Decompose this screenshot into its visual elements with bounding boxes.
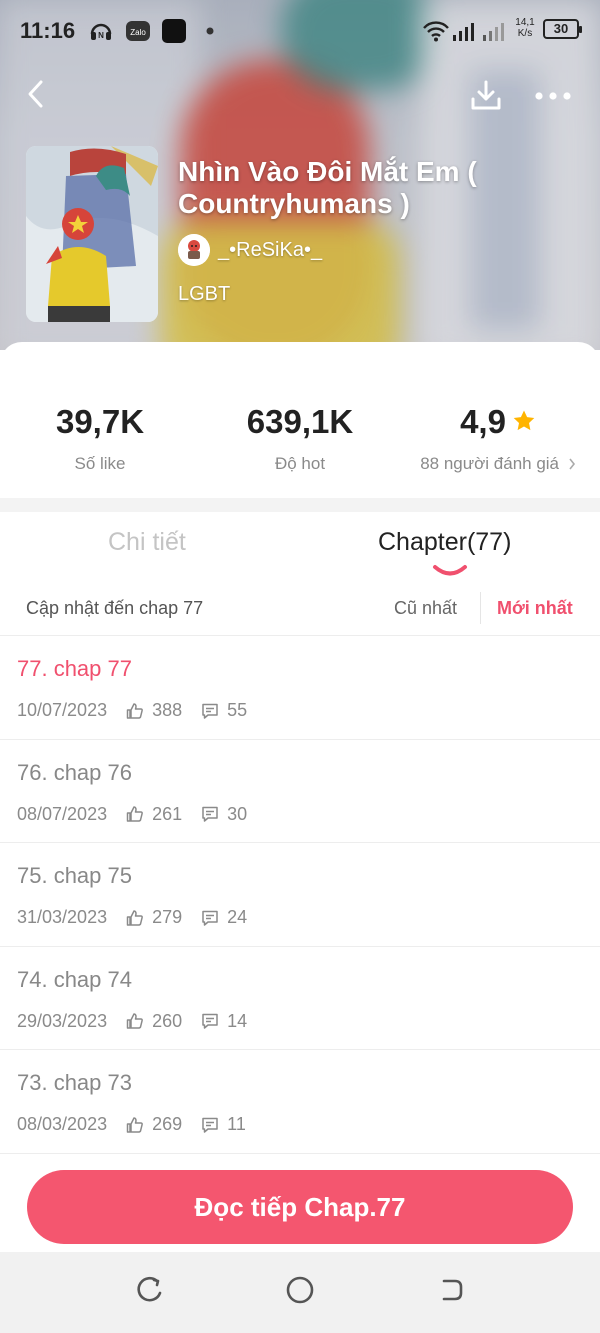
chapter-likes: 388: [152, 700, 183, 720]
status-bar: 11:16 N Zalo 14,1 K/s 30: [0, 0, 600, 60]
chapter-title: 73. chap 73: [17, 1070, 132, 1095]
sort-oldest-button[interactable]: Cũ nhất: [394, 598, 457, 619]
like-icon: [125, 1011, 145, 1031]
chapter-date: 10/07/2023: [17, 700, 108, 720]
system-nav-bar: [0, 1252, 600, 1333]
wifi-icon: [422, 19, 450, 43]
chapter-date: 31/03/2023: [17, 907, 108, 927]
rating-value: 4,9: [460, 403, 506, 440]
like-icon: [125, 701, 145, 721]
sort-divider: [480, 592, 481, 624]
chapter-comments: 11: [227, 1114, 246, 1134]
chapter-row[interactable]: 77. chap 77 10/07/2023 388 55: [0, 636, 600, 740]
stat-hot: 639,1K Độ hot: [200, 400, 400, 474]
back-icon: [435, 1275, 465, 1310]
like-icon: [125, 1115, 145, 1135]
star-icon: [512, 400, 536, 444]
like-icon: [125, 804, 145, 824]
battery-indicator: 30: [543, 19, 582, 39]
chapter-title: 77. chap 77: [17, 656, 132, 681]
section-divider: [0, 498, 600, 512]
hot-label: Độ hot: [274, 454, 326, 473]
continue-reading-button[interactable]: Đọc tiếp Chap.77: [27, 1170, 573, 1244]
chevron-right-icon: [568, 455, 576, 475]
rating-count-text: 88 người đánh giá: [420, 454, 560, 473]
comment-icon: [200, 804, 220, 824]
sort-bar: Cập nhật đến chap 77 Cũ nhất Mới nhất: [0, 582, 600, 636]
tab-bar: Chi tiết Chapter(77): [0, 512, 600, 582]
system-back-button[interactable]: [432, 1274, 468, 1310]
story-title: Nhìn Vào Đôi Mắt Em ( Countryhumans ): [178, 156, 477, 219]
author-name: _•ReSiKa•_: [218, 238, 323, 261]
chapter-date: 08/07/2023: [17, 803, 108, 824]
story-detail-sheet: 39,7K Số like 639,1K Độ hot 4,9 88 người…: [0, 342, 600, 1252]
network-speed-unit: K/s: [517, 28, 533, 39]
likes-value: 39,7K: [55, 403, 145, 440]
chapter-likes: 260: [152, 1010, 183, 1031]
tab-detail[interactable]: Chi tiết: [108, 528, 186, 557]
chapter-likes: 261: [152, 803, 183, 824]
sort-newest-button[interactable]: Mới nhất: [497, 598, 573, 619]
story-hero: 11:16 N Zalo 14,1 K/s 30 Nhìn Vào Đôi Mắ…: [0, 0, 600, 350]
chapter-comments: 24: [227, 907, 248, 927]
dot-icon: [204, 19, 216, 43]
stat-likes: 39,7K Số like: [0, 400, 200, 474]
signal-icon: [452, 19, 478, 43]
app-icon: [161, 19, 187, 43]
comment-icon: [200, 701, 220, 721]
chapter-date: 29/03/2023: [17, 1010, 108, 1031]
rating-label: 88 người đánh giá: [398, 454, 598, 475]
author[interactable]: _•ReSiKa•_: [178, 234, 322, 266]
genre-tag[interactable]: LGBT: [178, 283, 230, 306]
chapter-title: 76. chap 76: [17, 759, 132, 785]
chapter-list: 77. chap 77 10/07/2023 388 55 76. chap 7…: [0, 636, 600, 1154]
chapter-row[interactable]: 74. chap 74 29/03/2023 260 14: [0, 947, 600, 1050]
chapter-row[interactable]: 76. chap 76 08/07/2023 261 30: [0, 740, 600, 843]
like-icon: [125, 908, 145, 928]
story-cover: [26, 146, 158, 322]
more-button[interactable]: [531, 76, 575, 120]
network-speed-value: 14,1: [515, 17, 535, 28]
svg-text:N: N: [98, 31, 104, 40]
network-speed: 14,1 K/s: [512, 17, 538, 39]
more-icon: [533, 89, 573, 107]
download-icon: [469, 79, 503, 118]
chapter-comments: 30: [227, 803, 248, 824]
comment-icon: [200, 1115, 220, 1135]
zalo-icon: Zalo: [125, 19, 151, 43]
chapter-title: 74. chap 74: [17, 966, 132, 992]
chapter-comments: 55: [227, 700, 248, 720]
home-button[interactable]: [282, 1274, 318, 1310]
chapter-row[interactable]: 75. chap 75 31/03/2023 279 24: [0, 843, 600, 947]
chapter-title: 75. chap 75: [17, 863, 132, 888]
recents-button[interactable]: [132, 1274, 168, 1310]
back-button[interactable]: [14, 74, 58, 118]
chevron-left-icon: [25, 79, 47, 114]
stats-row: 39,7K Số like 639,1K Độ hot 4,9 88 người…: [0, 342, 600, 498]
hot-value: 639,1K: [246, 403, 354, 440]
headset-icon: N: [88, 19, 114, 43]
chapter-likes: 279: [152, 907, 183, 927]
likes-label: Số like: [74, 454, 126, 473]
chapter-date: 08/03/2023: [17, 1114, 108, 1134]
tab-chapter[interactable]: Chapter(77): [378, 528, 511, 557]
update-status: Cập nhật đến chap 77: [26, 598, 204, 618]
recents-icon: [135, 1275, 165, 1310]
chapter-comments: 14: [227, 1010, 248, 1031]
download-button[interactable]: [464, 76, 508, 120]
tab-active-indicator: [432, 564, 468, 578]
stat-rating[interactable]: 4,9 88 người đánh giá: [398, 400, 598, 475]
avatar: [178, 234, 210, 266]
status-time: 11:16: [20, 18, 76, 43]
chapter-likes: 269: [152, 1114, 183, 1134]
signal-icon-2: [482, 19, 508, 43]
cta-bar: Đọc tiếp Chap.77: [0, 1160, 600, 1252]
comment-icon: [200, 908, 220, 928]
chapter-row[interactable]: 73. chap 73 08/03/2023 269 11: [0, 1050, 600, 1154]
comment-icon: [200, 1011, 220, 1031]
home-icon: [285, 1275, 315, 1310]
svg-text:Zalo: Zalo: [130, 28, 146, 37]
